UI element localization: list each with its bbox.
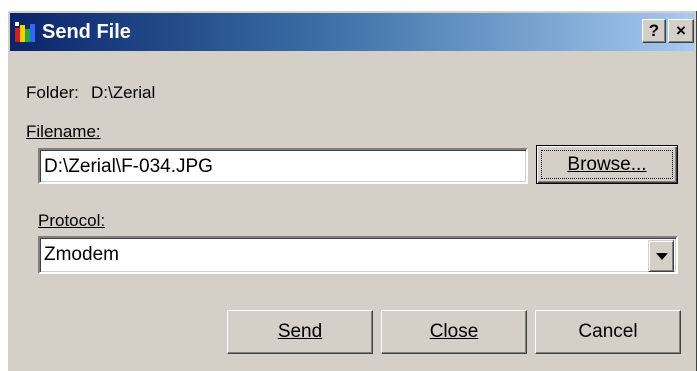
window-title: Send File bbox=[42, 21, 131, 43]
browse-label: Browse... bbox=[567, 154, 647, 175]
send-file-dialog: Send File ? × Folder: D:\Zerial Filename… bbox=[7, 10, 697, 371]
cancel-button[interactable]: Cancel bbox=[535, 310, 681, 354]
folder-label: Folder: bbox=[26, 83, 79, 102]
filename-input[interactable]: D:\Zerial\F-034.JPG bbox=[38, 148, 528, 184]
browse-button[interactable]: Browse... bbox=[536, 145, 678, 184]
filename-label: Filename: bbox=[26, 122, 101, 141]
protocol-selected-value: Zmodem bbox=[44, 244, 119, 265]
folder-path: D:\Zerial bbox=[91, 83, 156, 102]
send-label: Send bbox=[277, 321, 323, 342]
close-label: Close bbox=[429, 321, 479, 342]
protocol-label: Protocol: bbox=[38, 211, 106, 230]
protocol-select[interactable]: Zmodem bbox=[38, 236, 678, 274]
close-window-button[interactable]: × bbox=[668, 19, 694, 43]
send-file-app-icon bbox=[15, 22, 35, 42]
send-button[interactable]: Send bbox=[227, 310, 373, 354]
protocol-dropdown-button[interactable] bbox=[648, 240, 674, 272]
cancel-label: Cancel bbox=[578, 321, 638, 342]
close-button[interactable]: Close bbox=[381, 310, 527, 354]
filename-value: D:\Zerial\F-034.JPG bbox=[44, 156, 213, 177]
title-bar[interactable]: Send File ? × bbox=[10, 13, 694, 51]
chevron-down-icon bbox=[656, 253, 668, 260]
help-button[interactable]: ? bbox=[642, 19, 666, 43]
